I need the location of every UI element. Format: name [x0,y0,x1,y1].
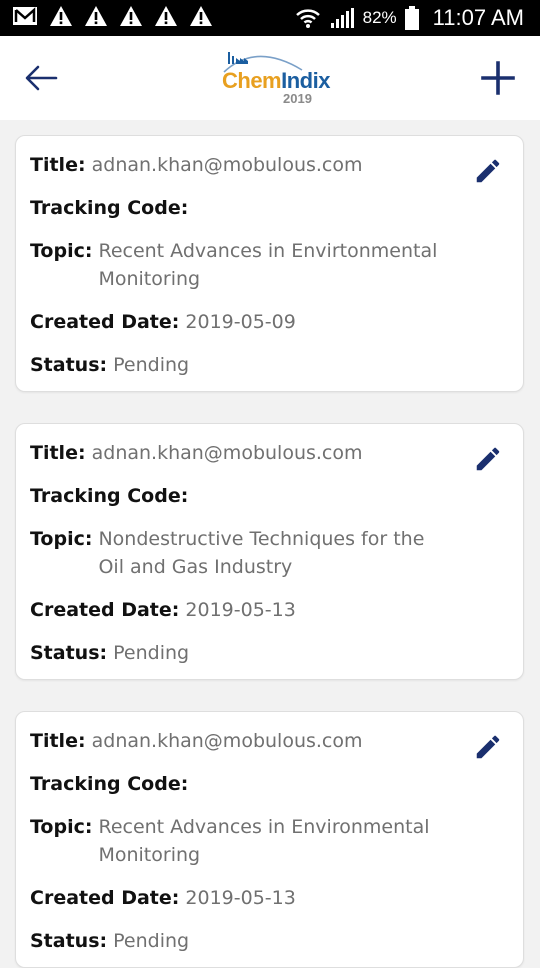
topic-value: Recent Advances in Environmental Monitor… [98,816,430,866]
back-button[interactable] [22,60,62,96]
title-label: Title: [30,730,86,752]
title-label: Title: [30,442,86,464]
status-row: Status: Pending [30,639,189,667]
status-row: Status: Pending [30,927,189,955]
title-label: Title: [30,154,86,176]
signal-icon [330,8,354,28]
tracking-code-row: Tracking Code: [30,770,188,798]
wifi-icon [295,9,320,28]
submission-card[interactable]: Title: adnan.khan@mobulous.com Tracking … [15,135,524,392]
logo-indix-text: Indix [281,68,330,93]
status-value: Pending [113,354,190,376]
edit-button[interactable] [473,732,503,762]
created-date-value: 2019-05-13 [185,599,296,621]
created-date-label: Created Date: [30,599,180,621]
topic-value: Nondestructive Techniques for the Oil an… [98,528,425,578]
status-value: Pending [113,930,190,952]
created-date-row: Created Date: 2019-05-13 [30,596,296,624]
created-date-label: Created Date: [30,887,180,909]
status-row: Status: Pending [30,351,189,379]
created-date-row: Created Date: 2019-05-09 [30,308,296,336]
title-row: Title: adnan.khan@mobulous.com [30,151,363,179]
created-date-row: Created Date: 2019-05-13 [30,884,296,912]
edit-button[interactable] [473,156,503,186]
system-indicators: 82% 11:07 AM [295,0,524,36]
status-label: Status: [30,354,108,376]
tracking-code-label: Tracking Code: [30,773,189,795]
submission-card[interactable]: Title: adnan.khan@mobulous.com Tracking … [15,711,524,968]
title-row: Title: adnan.khan@mobulous.com [30,439,363,467]
submission-card[interactable]: Title: adnan.khan@mobulous.com Tracking … [15,423,524,680]
created-date-value: 2019-05-09 [185,311,296,333]
status-label: Status: [30,642,108,664]
warning-icon [85,6,107,26]
battery-percent: 82% [362,8,397,27]
tracking-code-label: Tracking Code: [30,485,189,507]
title-value: adnan.khan@mobulous.com [91,442,363,464]
pencil-icon [476,447,500,471]
logo-chem-text: Chem [222,68,282,93]
status-label: Status: [30,930,108,952]
plus-icon [481,61,515,95]
clock: 11:07 AM [432,5,524,30]
created-date-label: Created Date: [30,311,180,333]
topic-value: Recent Advances in Envirtonmental Monito… [98,240,438,290]
app-header: ChemIndix 2019 [0,36,540,120]
topic-row: Topic: Nondestructive Techniques for the… [30,525,450,581]
chemindix-logo: ChemIndix 2019 [216,46,330,110]
status-value: Pending [113,642,190,664]
tracking-code-row: Tracking Code: [30,482,188,510]
warning-icon [50,6,72,26]
arrow-left-icon [25,65,58,91]
tracking-code-row: Tracking Code: [30,194,188,222]
battery-icon [404,6,419,30]
created-date-value: 2019-05-13 [185,887,296,909]
topic-label: Topic: [30,240,93,262]
topic-label: Topic: [30,816,93,838]
logo-wordmark: ChemIndix [222,68,330,94]
title-row: Title: adnan.khan@mobulous.com [30,727,363,755]
notification-icons [12,5,213,27]
mail-icon [13,7,37,25]
logo-year: 2019 [283,91,312,106]
warning-icon [120,6,142,26]
title-value: adnan.khan@mobulous.com [91,730,363,752]
status-bar: 82% 11:07 AM [0,0,540,36]
title-value: adnan.khan@mobulous.com [91,154,363,176]
add-button[interactable] [478,58,518,98]
warning-icon [155,6,177,26]
topic-row: Topic: Recent Advances in Environmental … [30,813,450,869]
pencil-icon [476,159,500,183]
topic-label: Topic: [30,528,93,550]
topic-row: Topic: Recent Advances in Envirtonmental… [30,237,450,293]
pencil-icon [476,735,500,759]
tracking-code-label: Tracking Code: [30,197,189,219]
edit-button[interactable] [473,444,503,474]
warning-icon [190,6,212,26]
